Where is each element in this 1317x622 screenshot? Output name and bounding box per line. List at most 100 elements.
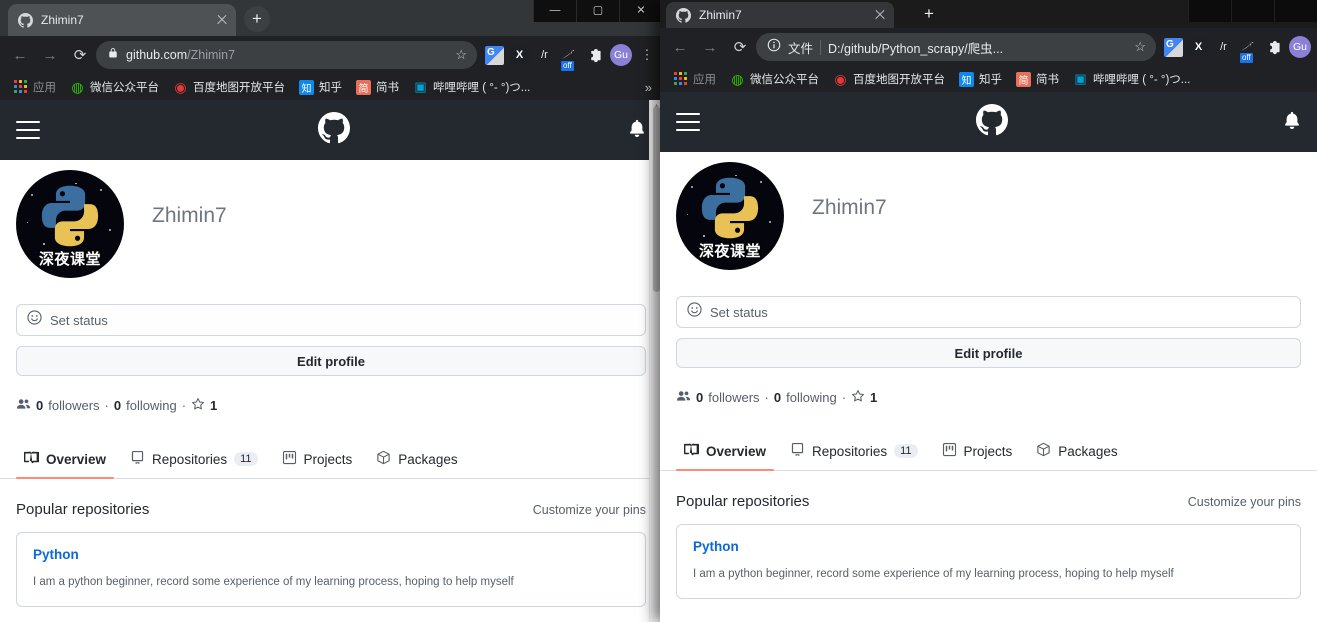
profile-stats-row: 0 followers · 0 following · 1 [676,388,1301,406]
reddit-extension-icon[interactable]: /r [1214,38,1233,57]
bookmark-label: 应用 [693,74,716,86]
scrollbar-thumb[interactable] [653,106,660,292]
info-circle-icon[interactable] [767,38,781,57]
close-tab-icon-left[interactable] [214,12,230,28]
bookmark-wechat-right[interactable]: ◍ 微信公众平台 [723,68,826,90]
tab-projects[interactable]: Projects [934,436,1021,470]
extensions-puzzle-icon[interactable] [585,46,604,65]
tab-overview[interactable]: Overview [676,436,775,471]
tab-packages[interactable]: Packages [1028,436,1125,470]
lock-icon [107,46,119,64]
reload-button-right[interactable]: ⟳ [726,33,754,61]
followers-label[interactable]: followers [48,398,99,413]
edit-profile-button[interactable]: Edit profile [676,338,1301,368]
apps-grid-icon [13,79,28,95]
forward-button-right[interactable]: → [696,33,724,61]
bookmark-zhihu-left[interactable]: 知 知乎 [292,76,349,98]
bookmark-apps-left[interactable]: 应用 [6,76,63,98]
github-mark-icon[interactable] [975,103,1008,141]
customize-pins-link[interactable]: Customize your pins [533,503,646,517]
tab-repositories[interactable]: Repositories 11 [122,444,265,478]
bookmark-apps-right[interactable]: 应用 [666,68,723,90]
back-button-left[interactable]: ← [6,41,34,69]
package-icon [1036,442,1051,460]
github-mark-icon[interactable] [318,111,350,149]
tab-title-right: Zhimin7 [699,8,742,22]
close-window-button-right[interactable] [1274,0,1317,22]
new-tab-button-left[interactable]: + [244,6,270,32]
tab-title-left: Zhimin7 [41,13,84,27]
popular-repositories-title: Popular repositories [16,501,150,518]
back-button-right[interactable]: ← [666,33,694,61]
new-tab-button-right[interactable]: + [916,1,942,27]
minimize-button-right[interactable] [1188,0,1231,22]
github-icon [18,12,33,28]
avatar[interactable]: 深夜课堂 [676,162,784,270]
bookmark-bilibili-right[interactable]: ▣ 哔哩哔哩 ( °- °)つ... [1066,68,1197,90]
stats-separator: · [841,389,847,405]
tab-packages[interactable]: Packages [368,444,465,478]
customize-pins-link[interactable]: Customize your pins [1188,495,1301,509]
avatar[interactable]: 深夜课堂 [16,170,124,278]
bookmark-bilibili-left[interactable]: ▣ 哔哩哔哩 ( °- °)つ... [406,76,537,98]
stats-separator: · [104,397,109,413]
repo-card[interactable]: Python I am a python beginner, record so… [676,524,1301,600]
bookmark-baidu-map-right[interactable]: ◉ 百度地图开放平台 [826,68,952,90]
bookmark-jianshu-right[interactable]: 简 简书 [1009,68,1066,90]
close-window-button-left[interactable]: ✕ [619,0,662,22]
notification-bell-icon[interactable] [628,119,646,142]
x-extension-icon[interactable]: X [510,45,529,65]
profile-avatar-left[interactable]: Gu [610,44,632,66]
bookmark-zhihu-right[interactable]: 知 知乎 [952,68,1009,90]
bookmark-star-icon-right[interactable]: ☆ [1134,39,1148,55]
google-translate-icon[interactable] [1164,37,1183,57]
followers-label[interactable]: followers [708,390,759,405]
reddit-extension-icon[interactable]: /r [535,46,554,65]
hamburger-menu-icon[interactable] [676,113,700,131]
google-translate-icon[interactable] [485,45,504,65]
bookmarks-overflow-icon-left[interactable]: » [639,80,658,95]
python-night-class-avatar-art: 深夜课堂 [676,162,784,270]
bookmark-jianshu-left[interactable]: 简 简书 [349,76,406,98]
mouse-gesture-icon[interactable]: off [560,46,579,71]
address-bar-right[interactable]: 文件 D:/github/Python_scrapy/爬虫... ☆ [756,33,1156,61]
forward-button-left[interactable]: → [36,41,64,69]
minimize-button-left[interactable]: — [533,0,576,22]
maximize-button-left[interactable]: ▢ [576,0,619,22]
chrome-menu-icon-left[interactable]: ⋮ [638,47,656,63]
mouse-gesture-icon[interactable]: off [1239,38,1258,63]
repo-card[interactable]: Python I am a python beginner, record so… [16,532,646,608]
address-bar-left[interactable]: github.com/Zhimin7 ☆ [96,41,477,69]
profile-avatar-right[interactable]: Gu [1289,36,1311,58]
bookmark-star-icon-left[interactable]: ☆ [455,47,469,63]
tab-strip-left: Zhimin7 + — ▢ ✕ [0,0,662,36]
reload-button-left[interactable]: ⟳ [66,41,94,69]
following-label[interactable]: following [786,390,837,405]
browser-tab-right[interactable]: Zhimin7 [666,2,894,28]
profile-nav-tabs-left: Overview Repositories 11 Projects Packag… [0,444,662,479]
bookmark-label: 百度地图开放平台 [853,74,945,86]
repo-name-link[interactable]: Python [33,547,629,562]
hamburger-menu-icon[interactable] [16,121,40,139]
extensions-puzzle-icon[interactable] [1264,38,1283,57]
tab-projects[interactable]: Projects [274,444,361,478]
tab-overview[interactable]: Overview [16,444,115,479]
tab-repositories[interactable]: Repositories 11 [782,436,925,470]
avatar-caption: 深夜课堂 [38,250,101,268]
bookmark-baidu-map-left[interactable]: ◉ 百度地图开放平台 [166,76,292,98]
following-label[interactable]: following [126,398,177,413]
browser-tab-left[interactable]: Zhimin7 [8,4,236,36]
set-status-button[interactable]: Set status [16,304,646,336]
close-tab-icon-right[interactable] [872,7,888,23]
repo-icon [130,450,145,468]
maximize-button-right[interactable] [1231,0,1274,22]
avatar-caption: 深夜课堂 [698,242,761,260]
x-extension-icon[interactable]: X [1189,37,1208,57]
bookmark-label: 应用 [33,82,56,94]
edit-profile-button[interactable]: Edit profile [16,346,646,376]
repo-name-link[interactable]: Python [693,539,1284,554]
bookmark-wechat-left[interactable]: ◍ 微信公众平台 [63,76,166,98]
notification-bell-icon[interactable] [1283,111,1301,134]
set-status-button[interactable]: Set status [676,296,1301,328]
omnibox-divider [820,39,822,55]
